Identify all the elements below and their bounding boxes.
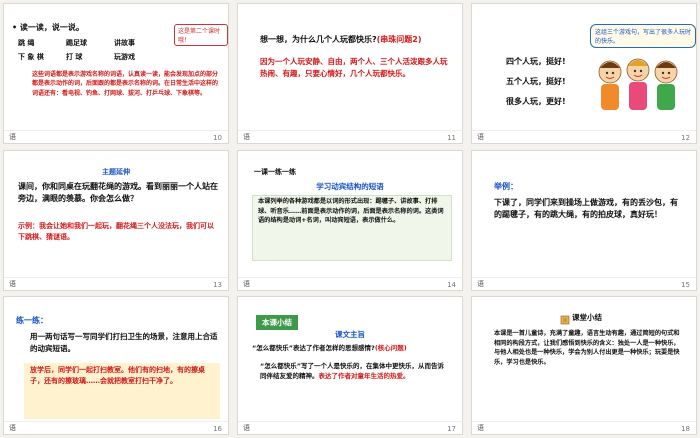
explanation: 这些词语都是表示游戏名称的词语，认真读一读，能会发现加点的部分都是表示动作的词，… (32, 71, 219, 97)
words-row-2: 下 象 棋 打 球 玩游戏 (18, 52, 135, 63)
line-1: 四个人玩，挺好! (506, 57, 566, 66)
body-text: 本课列举的各种游戏都是以词的形式出现：踢毽子、讲故事、打排球、听音乐……前面是表… (258, 198, 444, 225)
slide-12[interactable]: 这组三个游戏句，写出了很多人玩时的快乐。 四个人玩，挺好! 五个人玩，挺好! 很… (471, 3, 697, 144)
slide-title: 主题延伸 (102, 168, 130, 176)
answer: “怎么都快乐”写了一个人是快乐的，在集体中更快乐，从而告诉同伴结友爱的精神。表达… (260, 361, 446, 381)
body-text: 下课了，同学们来到操场上做游戏，有的丢沙包，有的踢毽子，有的跳大绳，有的拍皮球，… (494, 198, 678, 220)
line-2: 五个人玩，挺好! (506, 77, 566, 86)
body-text: 本课是一首儿童诗，充满了童趣，语言生动有趣，通过简短的句式和相同的构段方式，让我… (494, 330, 680, 366)
slide-16[interactable]: 练一练： 用一两句话写一写同学们打扫卫生的场景，注意用上合适的动宾短语。 放学后… (3, 296, 229, 435)
page-number: 14 (447, 281, 456, 289)
practice-label: 练一练： (16, 316, 48, 325)
word: 踢足球 (66, 39, 87, 47)
example-label: 举例： (494, 182, 518, 191)
slide-title: 学习动宾结构的短语 (316, 182, 384, 191)
footer-label: 语 (477, 280, 484, 288)
footer-label: 语 (9, 133, 16, 141)
slide-footer: 语 11 (238, 130, 462, 143)
footer-label: 语 (9, 280, 16, 288)
slide-18[interactable]: 课堂小结 本课是一首儿童诗，充满了童趣，语言生动有趣，通过简短的句式和相同的构段… (471, 296, 697, 435)
children-illustration (598, 58, 678, 110)
word: 讲故事 (114, 39, 135, 47)
question: 想一想，为什么几个人玩都快乐?(串珠问题2) (260, 34, 456, 46)
read-heading: • 读一读，说一说。 (12, 23, 84, 32)
slide-footer: 语 15 (472, 277, 696, 290)
question-tag: (串珠问题2) (376, 35, 422, 44)
page-number: 12 (681, 134, 690, 142)
slide-footer: 语 16 (4, 421, 228, 434)
prompt-text: 用一两句话写一写同学们打扫卫生的场景，注意用上合适的动宾短语。 (30, 332, 218, 353)
slide-10[interactable]: • 读一读，说一说。 这是第二个课时哦！ 跳 绳 踢足球 讲故事 下 象 棋 打 球 玩… (3, 3, 229, 144)
page-number: 17 (447, 425, 456, 433)
slide-footer: 语 10 (4, 130, 228, 143)
question-text: 想一想，为什么几个人玩都快乐? (260, 35, 377, 44)
footer-label: 语 (243, 133, 250, 141)
slide-footer: 语 12 (472, 130, 696, 143)
slide-14[interactable]: 一课一练一练 学习动宾结构的短语 本课列举的各种游戏都是以词的形式出现：踢毽子、… (237, 150, 463, 291)
word: 打 球 (66, 53, 83, 61)
word: 跳 绳 (18, 39, 35, 47)
answer: 因为一个人玩安静、自由，两个人、三个人活泼跟多人玩热闹、有趣，只要心情好，几个人… (260, 57, 448, 78)
page-number: 13 (213, 281, 222, 289)
footer-label: 语 (477, 424, 484, 432)
question-tag: (核心问题) (374, 344, 407, 352)
body-text: 课间，你和同桌在玩翻花绳的游戏。看到丽丽一个人站在旁边，满眼的羡慕。你会怎么做？ (18, 182, 218, 204)
word: 玩游戏 (114, 53, 135, 61)
line-3: 很多人玩，更好! (506, 97, 566, 106)
footer-label: 语 (243, 280, 250, 288)
footer-label: 语 (477, 133, 484, 141)
slide-11[interactable]: 想一想，为什么几个人玩都快乐?(串珠问题2) 因为一个人玩安静、自由，两个人、三… (237, 3, 463, 144)
slide-15[interactable]: 举例： 下课了，同学们来到操场上做游戏，有的丢沙包，有的踢毽子，有的跳大绳，有的… (471, 150, 697, 291)
slide-footer: 语 17 (238, 421, 462, 434)
corner-tag: 这是第二个课时哦！ (174, 24, 228, 46)
question: “怎么都快乐”表达了作者怎样的思想感情?(核心问题) (252, 343, 452, 353)
page-number: 15 (681, 281, 690, 289)
answer-highlight: 表达了作者对童年生活的热爱。 (318, 372, 410, 381)
slide-footer: 语 18 (472, 421, 696, 434)
answer-text: 放学后，同学们一起打扫教室。他们有的扫地，有的擦桌子，还有的擦玻璃……会就把教室… (30, 366, 205, 385)
speech-bubble: 这组三个游戏句，写出了很多人玩时的快乐。 (590, 24, 696, 48)
page-number: 11 (447, 134, 456, 142)
footer-label: 语 (9, 424, 16, 432)
slide-17[interactable]: 本课小结 课文主旨 “怎么都快乐”表达了作者怎样的思想感情?(核心问题) “怎么… (237, 296, 463, 435)
question-text: “怎么都快乐”表达了作者怎样的思想感情? (252, 344, 375, 352)
summary-icon (560, 315, 570, 325)
slide-footer: 语 13 (4, 277, 228, 290)
slide-13[interactable]: 主题延伸 课间，你和同桌在玩翻花绳的游戏。看到丽丽一个人站在旁边，满眼的羡慕。你… (3, 150, 229, 291)
footer-label: 语 (243, 424, 250, 432)
slide-footer: 语 14 (238, 277, 462, 290)
word: 下 象 棋 (18, 53, 44, 61)
strip-label: 一课一练一练 (254, 168, 296, 176)
page-number: 16 (213, 425, 222, 433)
slide-title: 课堂小结 (572, 313, 602, 322)
page-number: 10 (213, 134, 222, 142)
summary-badge: 本课小结 (256, 315, 298, 330)
words-row-1: 跳 绳 踢足球 讲故事 (18, 38, 135, 49)
page-number: 18 (681, 425, 690, 433)
example-text: 示例：我会让她和我们一起玩，翻花绳三个人没法玩，我们可以下跳棋、猜谜语。 (18, 222, 214, 241)
subtitle: 课文主旨 (335, 330, 365, 339)
